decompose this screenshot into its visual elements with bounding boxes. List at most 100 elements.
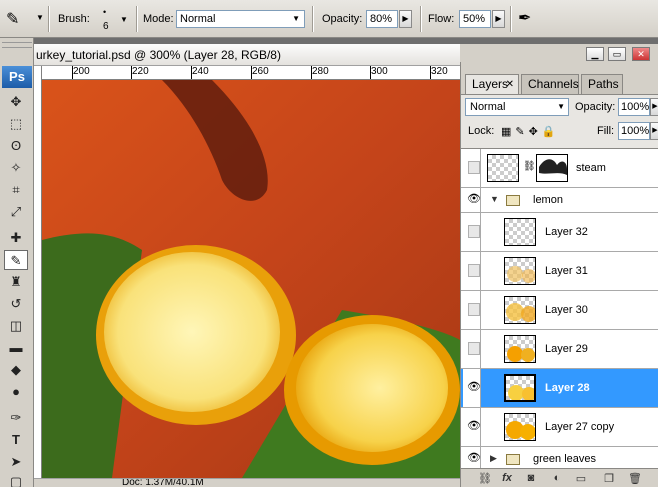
toolbox-grip[interactable]: [2, 42, 32, 48]
layer-opacity-input[interactable]: 100%: [618, 98, 650, 116]
brush-tool-preset-icon[interactable]: ✎: [6, 9, 19, 29]
slice-tool-icon[interactable]: ⤢: [4, 202, 28, 222]
close-icon[interactable]: ✕: [632, 47, 650, 61]
crop-tool-icon[interactable]: ⌗: [4, 180, 28, 200]
visibility-toggle[interactable]: [463, 291, 481, 329]
pen-tool-icon[interactable]: ✑: [4, 408, 28, 428]
type-tool-icon[interactable]: T: [4, 430, 28, 450]
photoshop-logo: Ps: [2, 66, 32, 88]
tab-label: Paths: [588, 77, 619, 91]
layer-thumbnail: [504, 374, 536, 402]
fill-slider-button[interactable]: ▶: [650, 122, 658, 140]
layer-row-layer-31[interactable]: Layer 31: [461, 252, 658, 291]
vertical-ruler[interactable]: [34, 66, 42, 478]
lock-position-icon[interactable]: ✥: [529, 126, 542, 138]
new-layer-icon[interactable]: ❐: [601, 472, 617, 486]
fill-input[interactable]: 100%: [618, 122, 650, 140]
tab-channels[interactable]: Channels: [521, 74, 579, 94]
flow-slider-button[interactable]: ▶: [492, 10, 505, 28]
visibility-empty-icon: [468, 342, 480, 355]
path-selection-tool-icon[interactable]: ➤: [4, 452, 28, 472]
layer-name: Layer 30: [545, 304, 588, 316]
visibility-toggle[interactable]: 👁: [463, 369, 481, 407]
adjustment-layer-icon[interactable]: ◐: [549, 472, 565, 486]
fill-label: Fill:: [597, 125, 615, 137]
eye-icon: 👁: [467, 452, 481, 464]
ruler-tick: [72, 66, 73, 79]
layer-style-icon[interactable]: fx: [499, 472, 515, 486]
eraser-tool-icon[interactable]: ◫: [4, 316, 28, 336]
canvas[interactable]: [42, 80, 460, 478]
shape-tool-icon[interactable]: ▢: [4, 472, 28, 487]
layer-row-layer-29[interactable]: Layer 29: [461, 330, 658, 369]
blur-tool-icon[interactable]: ◆: [4, 360, 28, 380]
visibility-toggle[interactable]: 👁: [463, 447, 481, 468]
marquee-tool-icon[interactable]: ⬚: [4, 114, 28, 134]
lock-pixels-icon[interactable]: ✎: [515, 126, 528, 138]
history-brush-tool-icon[interactable]: ↺: [4, 294, 28, 314]
lock-transparency-icon[interactable]: ▦: [501, 126, 515, 138]
tab-layers[interactable]: Layers ✕: [465, 74, 519, 95]
lock-options: ▦✎✥🔒: [501, 125, 560, 138]
blend-mode-select[interactable]: Normal ▼: [465, 98, 569, 116]
brush-tool-icon[interactable]: ✎: [4, 250, 28, 270]
new-group-icon[interactable]: ▭: [573, 472, 589, 486]
layer-name: green leaves: [533, 453, 596, 465]
tab-label: Layers: [472, 77, 509, 91]
layer-name: Layer 32: [545, 226, 588, 238]
layer-row-layer-28[interactable]: 👁 Layer 28: [461, 369, 658, 408]
opacity-input[interactable]: 80%: [366, 10, 398, 28]
preset-dropdown-arrow-icon[interactable]: ▼: [36, 13, 44, 22]
quick-selection-tool-icon[interactable]: ✧: [4, 158, 28, 178]
eye-icon: 👁: [467, 420, 481, 432]
visibility-toggle[interactable]: [463, 149, 481, 187]
move-tool-icon[interactable]: ✥: [4, 92, 28, 112]
separator: [420, 6, 422, 32]
layer-row-layer-30[interactable]: Layer 30: [461, 291, 658, 330]
visibility-toggle[interactable]: [463, 252, 481, 290]
delete-layer-icon[interactable]: 🗑: [627, 472, 643, 486]
separator: [48, 6, 50, 32]
expand-arrow-icon[interactable]: ▶: [490, 453, 497, 464]
chevron-down-icon: ▼: [120, 15, 128, 24]
visibility-toggle[interactable]: [463, 330, 481, 368]
gradient-tool-icon[interactable]: ▬: [4, 338, 28, 358]
dodge-tool-icon[interactable]: ●: [4, 382, 28, 402]
lasso-tool-icon[interactable]: ʘ: [4, 136, 28, 156]
panel-titlebar[interactable]: ▁ ▭ ✕: [460, 44, 658, 62]
layer-row-steam[interactable]: ⛓ steam: [461, 149, 658, 188]
ruler-tick: [191, 66, 192, 79]
visibility-toggle[interactable]: 👁: [463, 188, 481, 212]
document-title[interactable]: urkey_tutorial.psd @ 300% (Layer 28, RGB…: [34, 44, 460, 66]
panel-footer: ⛓ fx ◙ ◐ ▭ ❐ 🗑: [461, 468, 658, 487]
layer-row-layer-32[interactable]: Layer 32: [461, 213, 658, 252]
folder-icon: [506, 454, 520, 465]
maximize-icon[interactable]: ▭: [608, 47, 626, 61]
thumb-preview: [506, 303, 535, 322]
clone-stamp-tool-icon[interactable]: ♜: [4, 272, 28, 292]
layer-group-green-leaves[interactable]: 👁 ▶ green leaves: [461, 447, 658, 468]
layer-row-layer-27-copy[interactable]: 👁 Layer 27 copy: [461, 408, 658, 447]
add-mask-icon[interactable]: ◙: [523, 472, 539, 486]
horizontal-ruler[interactable]: 200 220 240 260 280 300 320: [42, 66, 460, 80]
healing-brush-tool-icon[interactable]: ✚: [4, 228, 28, 248]
flow-input[interactable]: 50%: [459, 10, 491, 28]
mode-select[interactable]: Normal ▼: [176, 10, 305, 28]
minimize-icon[interactable]: ▁: [586, 47, 604, 61]
visibility-toggle[interactable]: 👁: [463, 408, 481, 446]
thumb-preview: [508, 385, 534, 400]
ruler-label: 280: [312, 66, 329, 77]
opacity-slider-button[interactable]: ▶: [399, 10, 412, 28]
thumb-preview: [507, 346, 535, 362]
link-layers-icon[interactable]: ⛓: [477, 472, 493, 486]
brush-picker[interactable]: • 6 ▼: [100, 6, 128, 34]
airbrush-icon[interactable]: ✒: [518, 8, 531, 28]
expand-arrow-icon[interactable]: ▼: [490, 194, 499, 204]
layer-opacity-slider-button[interactable]: ▶: [650, 98, 658, 116]
layer-group-lemon[interactable]: 👁 ▼ lemon: [461, 188, 658, 213]
visibility-toggle[interactable]: [463, 213, 481, 251]
thumb-preview: [507, 266, 535, 283]
close-icon[interactable]: ✕: [506, 75, 514, 94]
lock-all-icon[interactable]: 🔒: [542, 126, 560, 138]
tab-paths[interactable]: Paths: [581, 74, 623, 94]
